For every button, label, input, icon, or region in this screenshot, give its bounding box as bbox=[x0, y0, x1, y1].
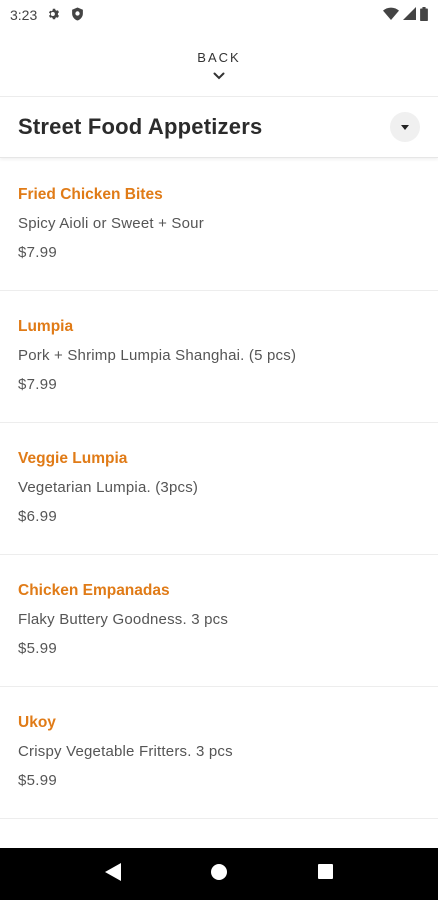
item-description: Spicy Aioli or Sweet + Sour bbox=[18, 215, 204, 232]
item-description: Vegetarian Lumpia. (3pcs) bbox=[18, 479, 199, 496]
menu-item[interactable]: Veggie Lumpia Vegetarian Lumpia. (3pcs) … bbox=[0, 423, 438, 555]
nav-home-button[interactable] bbox=[199, 854, 239, 894]
chevron-down-icon bbox=[213, 67, 225, 85]
caret-down-icon bbox=[401, 118, 409, 136]
category-header: Street Food Appetizers bbox=[0, 96, 438, 158]
page-title: Street Food Appetizers bbox=[18, 114, 263, 139]
item-price: $7.99 bbox=[18, 244, 58, 261]
item-name: Fried Chicken Bites bbox=[18, 186, 163, 203]
signal-icon bbox=[403, 7, 416, 23]
status-bar: 3:23 bbox=[0, 0, 438, 30]
item-name: Veggie Lumpia bbox=[18, 450, 128, 467]
menu-item[interactable]: Chicken Empanadas Flaky Buttery Goodness… bbox=[0, 555, 438, 687]
nav-back-button[interactable] bbox=[93, 854, 133, 894]
item-name: Chicken Empanadas bbox=[18, 582, 170, 599]
back-triangle-icon bbox=[105, 862, 121, 886]
battery-icon bbox=[420, 6, 428, 24]
recents-square-icon bbox=[317, 864, 333, 884]
menu-item[interactable]: Fried Chicken Bites Spicy Aioli or Sweet… bbox=[0, 159, 438, 291]
status-time: 3:23 bbox=[10, 7, 38, 23]
menu-item[interactable]: Ukoy Crispy Vegetable Fritters. 3 pcs $5… bbox=[0, 687, 438, 819]
system-navigation-bar bbox=[0, 848, 438, 900]
back-label: BACK bbox=[197, 49, 241, 65]
item-description: Crispy Vegetable Fritters. 3 pcs bbox=[18, 743, 233, 760]
item-description: Flaky Buttery Goodness. 3 pcs bbox=[18, 611, 229, 628]
item-price: $5.99 bbox=[18, 640, 58, 657]
shield-icon bbox=[71, 7, 84, 24]
nav-recents-button[interactable] bbox=[305, 854, 345, 894]
item-name: Ukoy bbox=[18, 714, 56, 731]
item-price: $5.99 bbox=[18, 772, 58, 789]
item-price: $6.99 bbox=[18, 508, 58, 525]
menu-item-list: Fried Chicken Bites Spicy Aioli or Sweet… bbox=[0, 159, 438, 819]
category-dropdown-button[interactable] bbox=[390, 112, 420, 142]
item-price: $7.99 bbox=[18, 376, 58, 393]
wifi-icon bbox=[383, 7, 399, 24]
item-description: Pork + Shrimp Lumpia Shanghai. (5 pcs) bbox=[18, 347, 297, 364]
menu-item[interactable]: Lumpia Pork + Shrimp Lumpia Shanghai. (5… bbox=[0, 291, 438, 423]
back-button[interactable]: BACK bbox=[0, 30, 438, 96]
gear-icon bbox=[47, 7, 61, 24]
home-circle-icon bbox=[211, 863, 227, 885]
item-name: Lumpia bbox=[18, 318, 74, 335]
